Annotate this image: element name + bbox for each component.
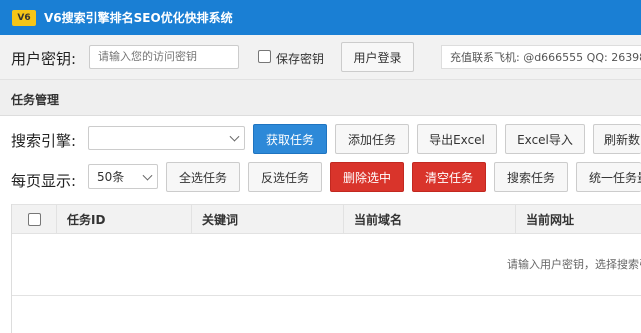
table-header: 任务ID 关键词 当前域名 当前网址 bbox=[12, 204, 641, 234]
section-header: 任务管理 bbox=[0, 80, 641, 116]
remember-key-checkbox[interactable] bbox=[258, 50, 271, 63]
refresh-button[interactable]: 刷新数 bbox=[593, 124, 641, 154]
user-key-input[interactable] bbox=[89, 45, 239, 69]
table-empty-row: 请输入用户密钥，选择搜索引擎 bbox=[12, 234, 641, 296]
delete-selected-button[interactable]: 删除选中 bbox=[330, 162, 404, 192]
get-tasks-button[interactable]: 获取任务 bbox=[253, 124, 327, 154]
empty-message: 请输入用户密钥，选择搜索引擎 bbox=[507, 258, 641, 271]
user-key-label: 用户密钥: bbox=[11, 50, 77, 68]
app-title: V6搜索引擎排名SEO优化快排系统 bbox=[44, 11, 233, 25]
chevron-down-icon bbox=[142, 170, 153, 181]
per-page-select[interactable]: 50条 bbox=[88, 164, 158, 189]
chevron-down-icon bbox=[229, 131, 240, 142]
add-task-button[interactable]: 添加任务 bbox=[335, 124, 409, 154]
title-bar: V6 V6搜索引擎排名SEO优化快排系统 bbox=[0, 0, 641, 35]
clear-tasks-button[interactable]: 清空任务 bbox=[412, 162, 486, 192]
app-logo: V6 bbox=[12, 9, 36, 26]
select-all-cell bbox=[12, 205, 57, 233]
column-current-domain[interactable]: 当前域名 bbox=[344, 205, 516, 233]
select-all-button[interactable]: 全选任务 bbox=[166, 162, 240, 192]
invert-selection-button[interactable]: 反选任务 bbox=[248, 162, 322, 192]
login-button[interactable]: 用户登录 bbox=[341, 42, 414, 72]
import-excel-button[interactable]: Excel导入 bbox=[505, 124, 585, 154]
select-all-checkbox[interactable] bbox=[27, 212, 41, 226]
task-table: 任务ID 关键词 当前域名 当前网址 请输入用户密钥，选择搜索引擎 bbox=[11, 204, 641, 333]
search-engine-label: 搜索引擎: bbox=[11, 132, 77, 150]
per-page-label: 每页显示: bbox=[11, 172, 77, 190]
column-current-url[interactable]: 当前网址 bbox=[516, 205, 641, 233]
remember-key-label[interactable]: 保存密钥 bbox=[276, 50, 324, 67]
per-page-value: 50条 bbox=[97, 170, 125, 184]
search-tasks-button[interactable]: 搜索任务 bbox=[494, 162, 568, 192]
search-engine-select[interactable] bbox=[88, 126, 245, 150]
section-title: 任务管理 bbox=[11, 93, 60, 107]
column-task-id[interactable]: 任务ID bbox=[57, 205, 192, 233]
contact-info: 充值联系飞机: @d666555 QQ: 2639811 bbox=[441, 45, 641, 69]
export-excel-button[interactable]: 导出Excel bbox=[417, 124, 497, 154]
unify-task-amount-button[interactable]: 统一任务量 bbox=[576, 162, 641, 192]
column-keyword[interactable]: 关键词 bbox=[192, 205, 344, 233]
